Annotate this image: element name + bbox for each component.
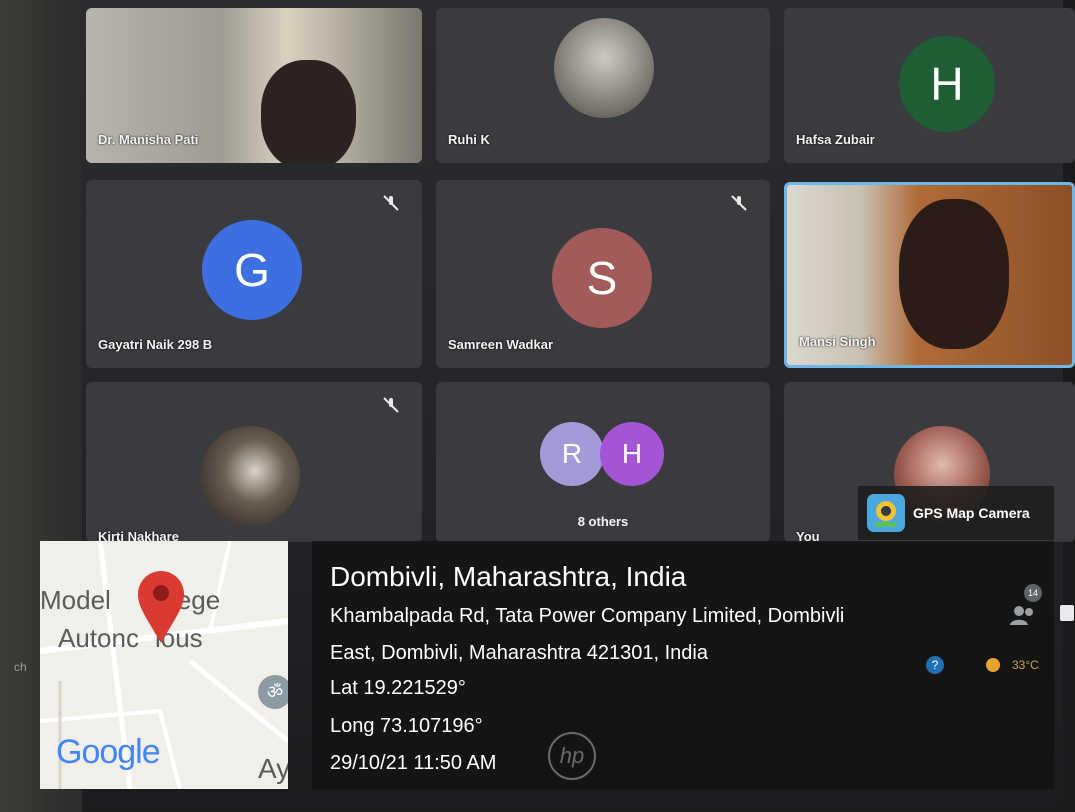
hp-logo: hp	[548, 732, 596, 780]
location-title: Dombivli, Maharashtra, India	[330, 561, 687, 592]
map-label: Model ege	[40, 585, 221, 615]
participant-tile[interactable]: R H 8 others	[436, 382, 770, 542]
google-logo: Google	[56, 733, 161, 771]
avatar-initial: G	[234, 244, 270, 296]
help-icon[interactable]: ?	[926, 656, 944, 674]
longitude: Long 73.107196°	[330, 715, 483, 737]
participant-name: Hafsa Zubair	[796, 132, 875, 147]
latitude: Lat 19.221529°	[330, 677, 466, 699]
people-icon[interactable]	[1010, 604, 1036, 626]
avatar-initial: S	[586, 252, 618, 304]
weather-temperature: 33°C	[1012, 658, 1039, 672]
location-pin-icon	[138, 571, 184, 643]
participant-tile-active[interactable]: Mansi Singh	[784, 182, 1075, 368]
mic-off-icon	[383, 195, 399, 211]
participant-face	[899, 199, 1009, 349]
profile-photo	[554, 18, 654, 118]
mic-off-icon	[731, 195, 747, 211]
taskbar-search-fragment[interactable]: ch	[14, 660, 27, 674]
map-poi-icon: ॐ	[258, 675, 288, 709]
participant-tile[interactable]: Kirti Nakhare	[86, 382, 422, 542]
participant-name: Gayatri Naik 298 B	[98, 337, 213, 352]
participant-avatar: S	[552, 228, 652, 328]
location-map: Model ege Autonc ious ॐ Ay Google	[40, 541, 288, 789]
participant-avatar: R	[540, 422, 604, 486]
gps-badge-label: GPS Map Camera	[913, 505, 1030, 521]
gps-camera-app-icon	[867, 494, 905, 532]
participant-avatar: H	[600, 422, 664, 486]
avatar-initial: H	[930, 58, 964, 110]
participant-name: Samreen Wadkar	[448, 337, 554, 352]
address-line-2: East, Dombivli, Maharashtra 421301, Indi…	[330, 642, 708, 664]
participants-count-badge: 14	[1024, 584, 1042, 602]
participant-tile[interactable]: Dr. Manisha Pati	[86, 8, 422, 163]
participant-name: Mansi Singh	[799, 334, 876, 349]
map-label: Ay	[258, 753, 288, 784]
chat-icon[interactable]	[1059, 604, 1075, 626]
timestamp: 29/10/21 11:50 AM	[330, 752, 497, 774]
weather-icon	[986, 658, 1000, 672]
others-count-label: 8 others	[577, 514, 629, 529]
participant-tile[interactable]: H Hafsa Zubair	[784, 8, 1075, 163]
avatar-initial: H	[621, 438, 643, 469]
mic-off-icon	[383, 397, 399, 413]
gps-map-camera-badge: GPS Map Camera	[858, 486, 1054, 540]
participant-tile[interactable]: S Samreen Wadkar	[436, 180, 770, 368]
participant-tile[interactable]: Ruhi K	[436, 8, 770, 163]
participant-avatar: G	[202, 220, 302, 320]
participant-avatar: H	[899, 36, 995, 132]
participant-face	[261, 60, 356, 163]
participant-tile[interactable]: G Gayatri Naik 298 B	[86, 180, 422, 368]
participant-name: Ruhi K	[448, 132, 490, 147]
address-line-1: Khambalpada Rd, Tata Power Company Limit…	[330, 605, 845, 627]
participant-name: Dr. Manisha Pati	[98, 132, 199, 147]
avatar-initial: R	[561, 438, 583, 469]
profile-photo	[200, 426, 300, 526]
